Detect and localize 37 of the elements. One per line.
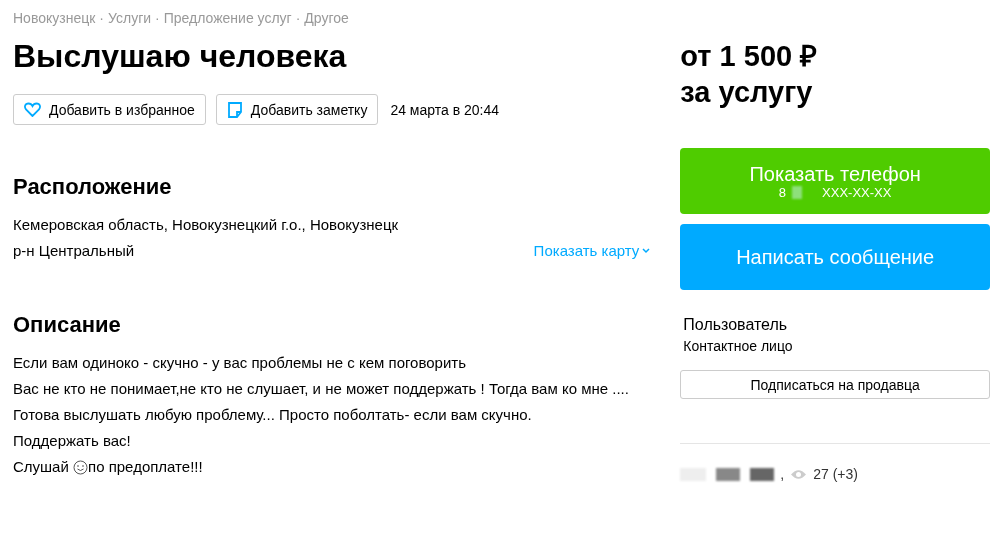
eye-icon [790, 468, 808, 480]
district: р-н Центральный [13, 241, 136, 261]
posted-date: 24 марта в 20:44 [390, 101, 500, 118]
add-note-button[interactable]: Добавить заметку [215, 94, 379, 125]
description-line: Если вам одиноко - скучно - у вас проблемы не с кем поговорить [13, 353, 467, 373]
description-heading: Описание [13, 311, 122, 339]
subscribe-button[interactable]: Подписаться на продавца [680, 370, 990, 399]
note-icon [226, 101, 243, 118]
separator-comma: , [780, 466, 785, 482]
description-line: Поддержать вас! [13, 431, 132, 451]
blurred-digits-drawing [792, 185, 803, 199]
breadcrumb-link[interactable]: Услуги [108, 10, 152, 26]
description-line: Вас не кто не понимает,не кто не слушает, и не может поддержать ! Тогда вам ко мне .... [13, 379, 630, 399]
chevron-down-icon [642, 248, 651, 254]
seller-role: Контактное лицо [683, 338, 794, 354]
price: от 1 500 ₽ [680, 39, 819, 74]
listing-title: Выслушаю человека [13, 38, 348, 74]
description-text: Слушай [13, 457, 70, 477]
address: Кемеровская область, Новокузнецкий г.о., Новокузнецк [13, 215, 399, 235]
add-favorite-button[interactable]: Добавить в избранное [13, 94, 206, 125]
description-line: Готова выслушать любую проблему... Просто поболтать- если вам скучно. [13, 405, 533, 425]
breadcrumb-link[interactable]: Новокузнецк [13, 10, 96, 26]
write-message-button[interactable]: Написать сообщение [680, 224, 990, 290]
price-unit: за услугу [680, 75, 814, 110]
breadcrumb-link[interactable]: Предложение услуг [163, 10, 292, 26]
description-text: по предоплате!!! [88, 457, 203, 477]
wink-smiley-icon [73, 459, 88, 475]
seller-name: Пользователь [683, 316, 789, 334]
breadcrumb-separator: · [99, 10, 104, 26]
show-phone-button[interactable]: Показать телефон 8 XXX-XX-XX [680, 148, 990, 214]
heart-icon [24, 102, 41, 117]
breadcrumb-link[interactable]: Другое [304, 10, 349, 26]
location-heading: Расположение [13, 173, 173, 201]
breadcrumb-separator: · [295, 10, 301, 26]
view-count: 27 (+3) [813, 466, 858, 482]
breadcrumb-separator: · [155, 10, 160, 26]
show-map-link[interactable]: Показать карту [533, 241, 651, 261]
